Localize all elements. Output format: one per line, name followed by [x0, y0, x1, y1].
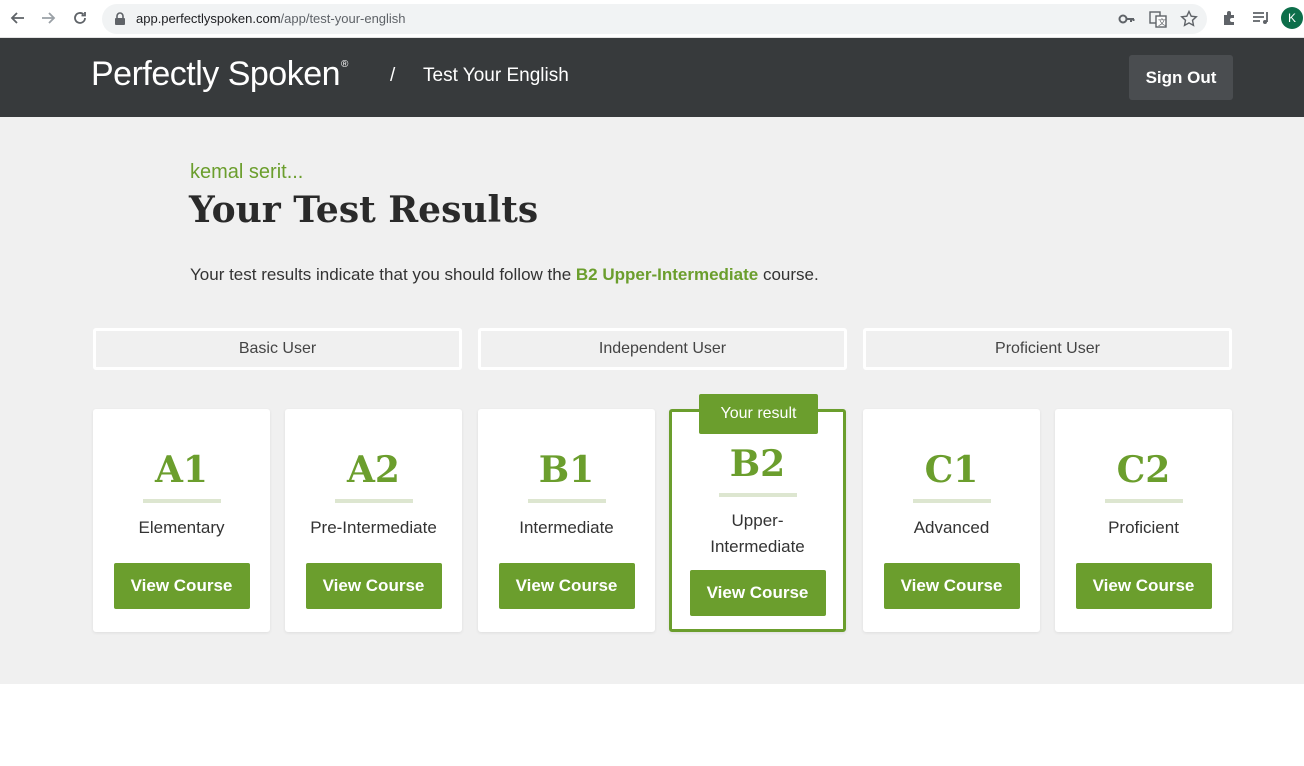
level-underline	[1104, 499, 1183, 503]
level-name: Intermediate	[519, 518, 614, 537]
group-basic-user: Basic User	[93, 328, 462, 370]
level-name: Elementary	[138, 518, 225, 537]
breadcrumb-current-page: Test Your English	[423, 65, 569, 86]
lock-icon	[115, 12, 125, 25]
level-code: B1	[538, 449, 595, 491]
level-code: C1	[924, 449, 979, 491]
view-course-button-b2[interactable]: View Course	[689, 570, 826, 616]
level-card-b2: B2 Upper-Intermediate View Course	[669, 409, 846, 632]
level-name: Proficient	[1108, 518, 1179, 537]
logo-text: Perfectly Spoken	[91, 55, 341, 93]
result-suffix: course.	[762, 265, 819, 284]
recommended-course-link[interactable]: B2 Upper-Intermediate	[576, 265, 758, 284]
registered-mark: ®	[341, 59, 348, 70]
level-card-c2: C2 Proficient View Course	[1055, 409, 1232, 632]
your-result-badge: Your result	[699, 394, 818, 434]
level-code: A1	[155, 449, 208, 491]
result-prefix: Your test results indicate that you shou…	[190, 265, 572, 284]
extensions-icon[interactable]	[1221, 9, 1239, 27]
view-course-button-a1[interactable]: View Course	[113, 563, 250, 609]
level-card-a2: A2 Pre-Intermediate View Course	[285, 409, 462, 632]
level-code: A2	[347, 449, 400, 491]
level-card-a1: A1 Elementary View Course	[93, 409, 270, 632]
reload-icon[interactable]	[70, 8, 90, 28]
level-underline	[334, 499, 413, 503]
svg-text:文: 文	[1158, 17, 1166, 27]
level-underline	[912, 499, 991, 503]
perfectly-spoken-logo[interactable]: Perfectly Spoken®	[91, 55, 348, 94]
star-icon[interactable]	[1180, 9, 1198, 28]
level-name: Upper-Intermediate	[710, 511, 805, 556]
group-independent-user: Independent User	[478, 328, 847, 370]
level-underline	[718, 493, 797, 497]
sign-out-button[interactable]: Sign Out	[1129, 55, 1233, 100]
level-underline	[527, 499, 606, 503]
back-arrow-icon[interactable]	[8, 8, 28, 28]
group-proficient-user: Proficient User	[863, 328, 1232, 370]
level-name: Advanced	[913, 518, 990, 537]
user-name: kemal serit...	[190, 161, 304, 183]
level-code: B2	[729, 443, 786, 485]
view-course-button-c2[interactable]: View Course	[1075, 563, 1212, 609]
url-path: /app/test-your-english	[280, 11, 406, 26]
page-title: Your Test Results	[189, 189, 539, 231]
translate-icon[interactable]: 文	[1149, 10, 1167, 28]
view-course-button-b1[interactable]: View Course	[498, 563, 635, 609]
level-underline	[142, 499, 221, 503]
level-card-c1: C1 Advanced View Course	[863, 409, 1040, 632]
level-code: C2	[1116, 449, 1171, 491]
results-content: kemal serit... Your Test Results Your te…	[0, 117, 1304, 684]
view-course-button-a2[interactable]: View Course	[305, 563, 442, 609]
forward-arrow-icon[interactable]	[38, 8, 58, 28]
view-course-button-c1[interactable]: View Course	[883, 563, 1020, 609]
profile-avatar[interactable]: K	[1281, 7, 1303, 29]
level-name: Pre-Intermediate	[310, 518, 437, 537]
breadcrumb-separator: /	[390, 65, 396, 86]
level-card-b1: B1 Intermediate View Course	[478, 409, 655, 632]
media-list-icon[interactable]	[1252, 9, 1270, 27]
site-header: Perfectly Spoken® / Test Your English Si…	[0, 38, 1304, 117]
result-summary: Your test results indicate that you shou…	[190, 265, 819, 285]
url-text: app.perfectlyspoken.com/app/test-your-en…	[136, 11, 406, 26]
key-icon[interactable]	[1118, 10, 1136, 28]
address-bar[interactable]: app.perfectlyspoken.com/app/test-your-en…	[102, 4, 1207, 34]
url-domain: app.perfectlyspoken.com	[136, 11, 281, 26]
browser-toolbar: app.perfectlyspoken.com/app/test-your-en…	[0, 0, 1304, 38]
